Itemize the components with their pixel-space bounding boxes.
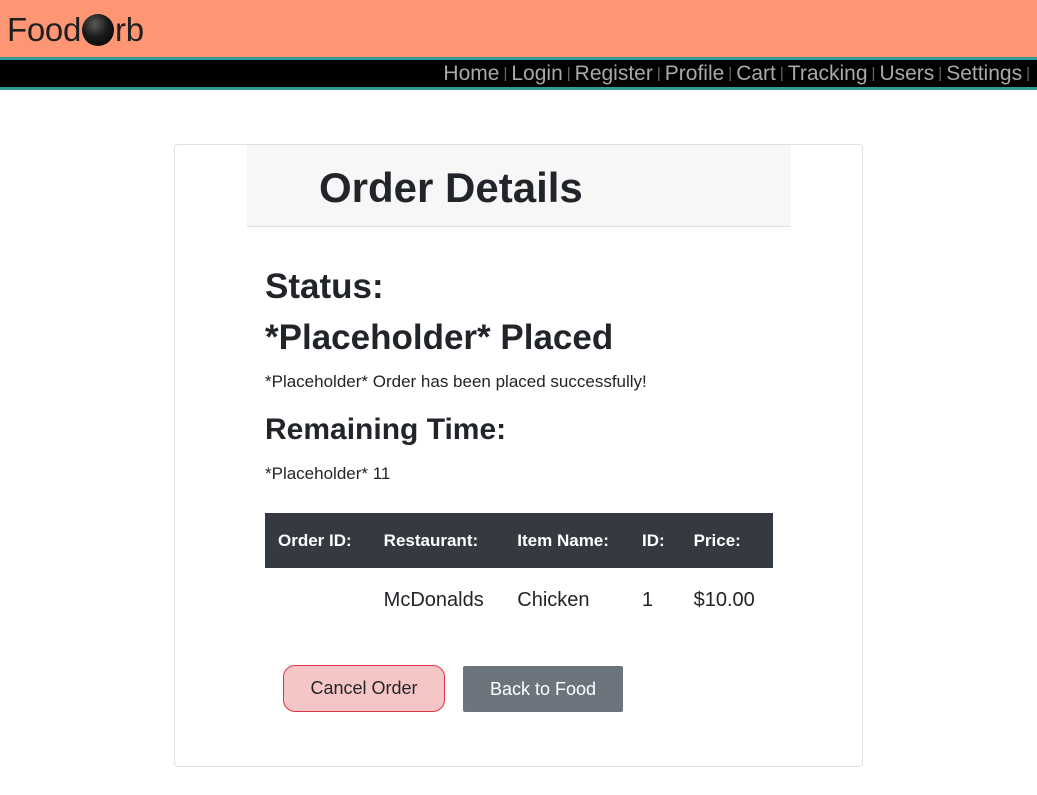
- nav-link-profile[interactable]: Profile: [665, 61, 725, 87]
- column-header-price: Price:: [680, 513, 773, 568]
- cell-id: 1: [641, 588, 654, 611]
- nav-separator: |: [938, 65, 943, 82]
- nav-link-tracking[interactable]: Tracking: [788, 61, 868, 87]
- status-label: Status:: [265, 267, 384, 306]
- brand-bar: Food rb: [0, 0, 1037, 57]
- status-value: *Placeholder* Placed: [265, 318, 614, 357]
- nav-link-settings[interactable]: Settings: [946, 61, 1022, 87]
- page-title: Order Details: [319, 164, 583, 211]
- cancel-order-button[interactable]: Cancel Order: [283, 665, 445, 712]
- brand-logo[interactable]: Food rb: [7, 10, 144, 50]
- column-header-order-id: Order ID:: [265, 513, 371, 568]
- column-header-id: ID:: [628, 513, 681, 568]
- nav-link-users[interactable]: Users: [879, 61, 934, 87]
- brand-suffix: rb: [115, 11, 144, 48]
- remaining-time-value: *Placeholder* 11: [265, 464, 391, 483]
- top-nav: Home | Login | Register | Profile | Cart | Tr…: [0, 60, 1037, 87]
- cell-price: $10.00: [693, 588, 755, 611]
- table-row: McDonalds Chicken 1 $10.00: [265, 568, 773, 632]
- column-header-restaurant: Restaurant:: [370, 513, 505, 568]
- table-header-row: Order ID: Restaurant: Item Name: ID: Pri…: [265, 513, 773, 568]
- nav-link-login[interactable]: Login: [511, 61, 562, 87]
- nav-link-register[interactable]: Register: [575, 61, 653, 87]
- nav-link-cart[interactable]: Cart: [736, 61, 776, 87]
- nav-separator: |: [728, 65, 733, 82]
- nav-border-bottom: [0, 87, 1037, 90]
- nav-separator: |: [503, 65, 508, 82]
- nav-separator: |: [779, 65, 784, 82]
- remaining-time-label: Remaining Time:: [265, 413, 507, 446]
- column-header-item-name: Item Name:: [504, 513, 629, 568]
- order-table: Order ID: Restaurant: Item Name: ID: Pri…: [265, 513, 773, 632]
- nav-link-home[interactable]: Home: [443, 61, 499, 87]
- order-details-card: Order Details Status: *Placeholder* Plac…: [174, 144, 863, 767]
- cell-order-id: [265, 568, 371, 632]
- card-header: Order Details: [247, 145, 791, 227]
- nav-separator: |: [871, 65, 876, 82]
- cell-restaurant: McDonalds: [383, 588, 484, 611]
- cell-item-name: Chicken: [517, 588, 590, 611]
- nav-separator: |: [656, 65, 661, 82]
- nav-separator: |: [566, 65, 571, 82]
- status-message: *Placeholder* Order has been placed succ…: [265, 372, 647, 391]
- orb-icon: [82, 14, 115, 46]
- brand-prefix: Food: [7, 11, 82, 48]
- back-to-food-button[interactable]: Back to Food: [463, 666, 623, 712]
- nav-separator: |: [1026, 65, 1030, 82]
